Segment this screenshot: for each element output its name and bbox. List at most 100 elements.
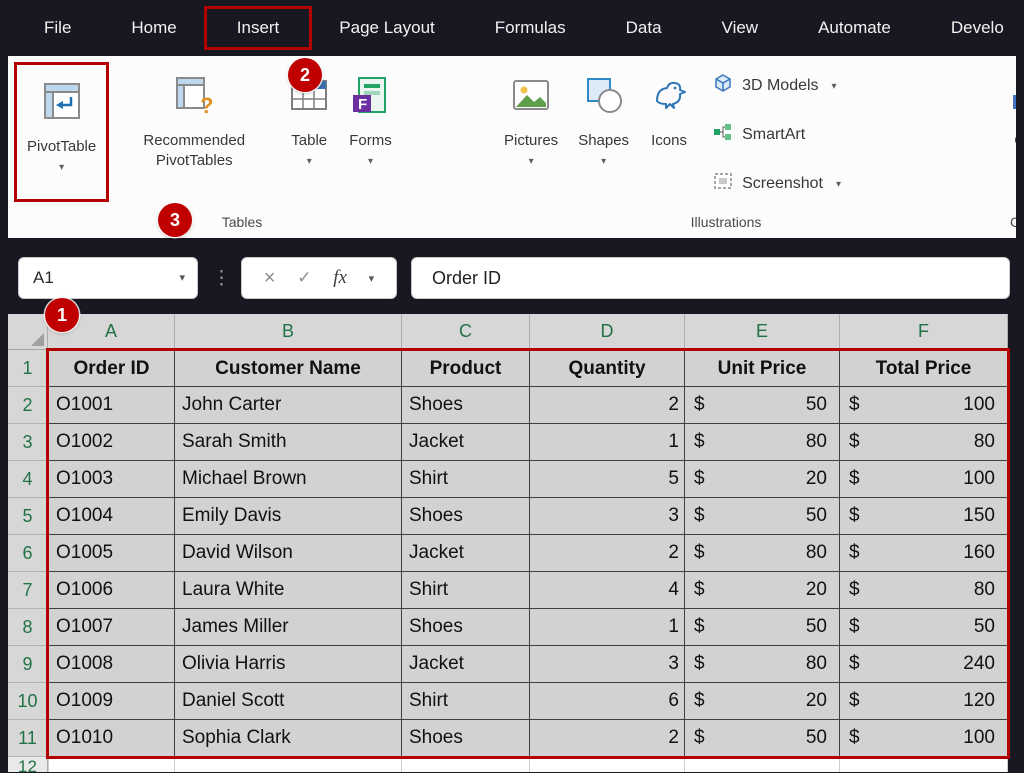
tab-view[interactable]: View [692, 9, 789, 47]
cell[interactable]: O1002 [48, 424, 175, 461]
select-all-corner[interactable] [8, 314, 48, 350]
row-header[interactable]: 5 [8, 498, 48, 535]
icons-button[interactable]: Icons [639, 59, 699, 212]
cell[interactable]: O1006 [48, 572, 175, 609]
cell[interactable]: $80 [840, 424, 1008, 461]
cell[interactable]: 4 [530, 572, 685, 609]
cell[interactable]: Sarah Smith [175, 424, 402, 461]
cell[interactable]: $80 [685, 424, 840, 461]
cell[interactable]: $100 [840, 387, 1008, 424]
smartart-button[interactable]: SmartArt [713, 122, 841, 147]
cell[interactable]: Sophia Clark [175, 720, 402, 757]
row-header[interactable]: 9 [8, 646, 48, 683]
name-box[interactable]: A1 ▾ [18, 257, 198, 299]
tab-file[interactable]: File [14, 9, 101, 47]
cell[interactable]: 1 [530, 424, 685, 461]
cell[interactable] [175, 757, 402, 772]
cell[interactable]: $150 [840, 498, 1008, 535]
row-header[interactable]: 1 [8, 350, 48, 387]
column-header-b[interactable]: B [175, 314, 402, 350]
cell[interactable]: O1007 [48, 609, 175, 646]
tab-home[interactable]: Home [101, 9, 206, 47]
cell[interactable]: Michael Brown [175, 461, 402, 498]
cell[interactable]: John Carter [175, 387, 402, 424]
3d-models-button[interactable]: 3D Models ▾ [713, 73, 841, 98]
row-header[interactable]: 2 [8, 387, 48, 424]
cell[interactable]: O1003 [48, 461, 175, 498]
cell[interactable]: 1 [530, 609, 685, 646]
cell[interactable]: $50 [685, 720, 840, 757]
cell[interactable]: 2 [530, 387, 685, 424]
cell[interactable]: Shoes [402, 387, 530, 424]
cell[interactable] [402, 757, 530, 772]
column-header-f[interactable]: F [840, 314, 1008, 350]
table-header-cell[interactable]: Product [402, 350, 530, 387]
cell[interactable]: $100 [840, 461, 1008, 498]
tab-automate[interactable]: Automate [788, 9, 921, 47]
column-header-c[interactable]: C [402, 314, 530, 350]
tab-developer-partial[interactable]: Develo [921, 9, 1024, 47]
cell[interactable]: 2 [530, 720, 685, 757]
cell[interactable]: $20 [685, 461, 840, 498]
cell[interactable]: $20 [685, 572, 840, 609]
more-options-dots-icon[interactable]: ⋮ [212, 267, 231, 290]
cell[interactable]: Emily Davis [175, 498, 402, 535]
cell[interactable] [685, 757, 840, 772]
cell[interactable]: Jacket [402, 424, 530, 461]
cell[interactable]: $80 [840, 572, 1008, 609]
cell[interactable]: $80 [685, 535, 840, 572]
cell[interactable]: Shirt [402, 461, 530, 498]
cell[interactable]: Laura White [175, 572, 402, 609]
tab-insert[interactable]: Insert [203, 6, 313, 50]
cell[interactable]: 6 [530, 683, 685, 720]
enter-check-icon[interactable]: ✓ [297, 268, 311, 288]
cell[interactable]: O1005 [48, 535, 175, 572]
cell[interactable]: $50 [685, 498, 840, 535]
cell[interactable]: Shoes [402, 720, 530, 757]
recommended-pivottables-button[interactable]: ? Recommended PivotTables [109, 59, 279, 212]
cell[interactable]: O1004 [48, 498, 175, 535]
cell[interactable]: Shirt [402, 572, 530, 609]
cell[interactable]: 3 [530, 498, 685, 535]
cell[interactable]: $240 [840, 646, 1008, 683]
screenshot-button[interactable]: Screenshot ▾ [713, 171, 841, 196]
cell[interactable]: Shirt [402, 683, 530, 720]
row-header[interactable]: 6 [8, 535, 48, 572]
cell[interactable]: Olivia Harris [175, 646, 402, 683]
cell[interactable]: Shoes [402, 498, 530, 535]
tab-data[interactable]: Data [596, 9, 692, 47]
cell[interactable]: $80 [685, 646, 840, 683]
tab-formulas[interactable]: Formulas [465, 9, 596, 47]
forms-button[interactable]: F Forms ▾ [339, 59, 402, 212]
pivottable-button[interactable]: PivotTable ▾ [17, 65, 106, 174]
cell[interactable]: $50 [685, 609, 840, 646]
row-header[interactable]: 12 [8, 757, 48, 772]
table-header-cell[interactable]: Unit Price [685, 350, 840, 387]
row-header[interactable]: 11 [8, 720, 48, 757]
cell[interactable]: Shoes [402, 609, 530, 646]
row-header[interactable]: 4 [8, 461, 48, 498]
cell[interactable]: O1001 [48, 387, 175, 424]
cell[interactable]: James Miller [175, 609, 402, 646]
tab-page-layout[interactable]: Page Layout [309, 9, 464, 47]
formula-bar-input[interactable]: Order ID [411, 257, 1010, 299]
cell[interactable]: $50 [840, 609, 1008, 646]
cell[interactable]: Jacket [402, 646, 530, 683]
cell[interactable]: $120 [840, 683, 1008, 720]
cell[interactable]: O1009 [48, 683, 175, 720]
cell[interactable] [48, 757, 175, 772]
cell[interactable]: O1010 [48, 720, 175, 757]
column-header-d[interactable]: D [530, 314, 685, 350]
cell[interactable]: David Wilson [175, 535, 402, 572]
shapes-button[interactable]: Shapes ▾ [568, 59, 639, 212]
table-header-cell[interactable]: Total Price [840, 350, 1008, 387]
cancel-icon[interactable]: × [264, 267, 276, 290]
pictures-button[interactable]: Pictures ▾ [494, 59, 568, 212]
cell[interactable]: O1008 [48, 646, 175, 683]
table-header-cell[interactable]: Order ID [48, 350, 175, 387]
row-header[interactable]: 8 [8, 609, 48, 646]
cell[interactable]: Jacket [402, 535, 530, 572]
row-header[interactable]: 7 [8, 572, 48, 609]
row-header[interactable]: 3 [8, 424, 48, 461]
cell[interactable]: 5 [530, 461, 685, 498]
